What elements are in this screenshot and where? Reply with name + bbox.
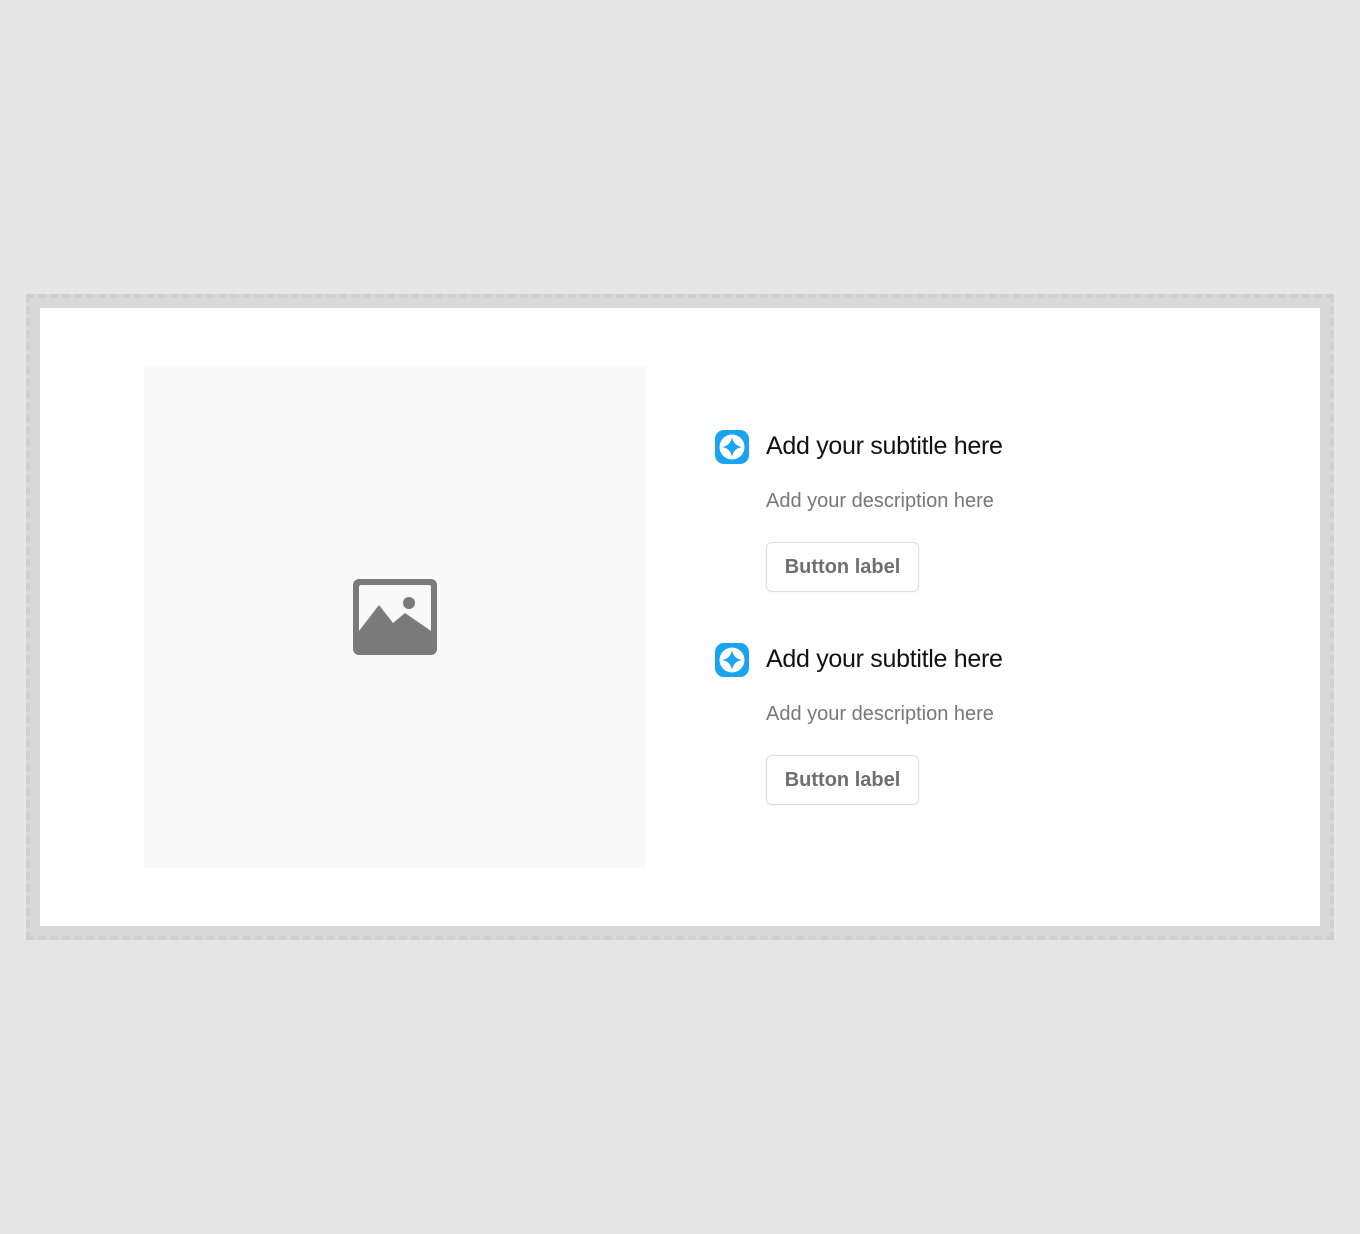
feature-description: Add your description here bbox=[766, 490, 994, 512]
feature-button[interactable]: Button label bbox=[766, 542, 919, 592]
image-icon bbox=[353, 579, 437, 655]
content-card: Add your subtitle here Add your descript… bbox=[40, 308, 1320, 926]
image-placeholder[interactable] bbox=[144, 366, 646, 868]
sparkle-icon bbox=[714, 429, 750, 465]
sparkle-icon bbox=[714, 642, 750, 678]
feature-title: Add your subtitle here bbox=[766, 645, 1003, 673]
feature-button[interactable]: Button label bbox=[766, 755, 919, 805]
feature-description: Add your description here bbox=[766, 703, 994, 725]
feature-title: Add your subtitle here bbox=[766, 432, 1003, 460]
